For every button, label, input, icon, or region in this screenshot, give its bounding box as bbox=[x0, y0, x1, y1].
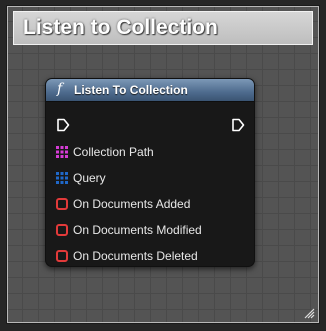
pin-label: On Documents Deleted bbox=[73, 249, 198, 263]
pin-on-documents-added[interactable]: On Documents Added bbox=[56, 196, 190, 212]
pin-label: On Documents Modified bbox=[73, 223, 202, 237]
pin-on-documents-deleted[interactable]: On Documents Deleted bbox=[56, 248, 198, 264]
exec-input-pin-icon[interactable] bbox=[56, 118, 70, 132]
delegate-pin-icon[interactable] bbox=[56, 198, 68, 210]
delegate-pin-icon[interactable] bbox=[56, 224, 68, 236]
listen-to-collection-node[interactable]: f Listen To Collection Collection Path Q… bbox=[45, 78, 255, 267]
comment-title[interactable]: Listen to Collection bbox=[23, 16, 218, 40]
pin-label: On Documents Added bbox=[73, 197, 191, 211]
resize-grip-icon[interactable] bbox=[303, 307, 315, 319]
node-header[interactable]: f Listen To Collection bbox=[46, 79, 254, 102]
struct-pin-icon[interactable] bbox=[56, 172, 68, 184]
pin-query[interactable]: Query bbox=[56, 170, 106, 186]
exec-output-pin-icon[interactable] bbox=[231, 118, 245, 132]
string-array-pin-icon[interactable] bbox=[56, 146, 68, 158]
comment-header[interactable]: Listen to Collection bbox=[13, 11, 313, 45]
pin-label: Query bbox=[73, 171, 106, 185]
pin-label: Collection Path bbox=[73, 145, 154, 159]
pin-on-documents-modified[interactable]: On Documents Modified bbox=[56, 222, 202, 238]
delegate-pin-icon[interactable] bbox=[56, 250, 68, 262]
node-title: Listen To Collection bbox=[74, 83, 188, 97]
function-icon: f bbox=[57, 81, 63, 97]
pin-collection-path[interactable]: Collection Path bbox=[56, 144, 154, 160]
